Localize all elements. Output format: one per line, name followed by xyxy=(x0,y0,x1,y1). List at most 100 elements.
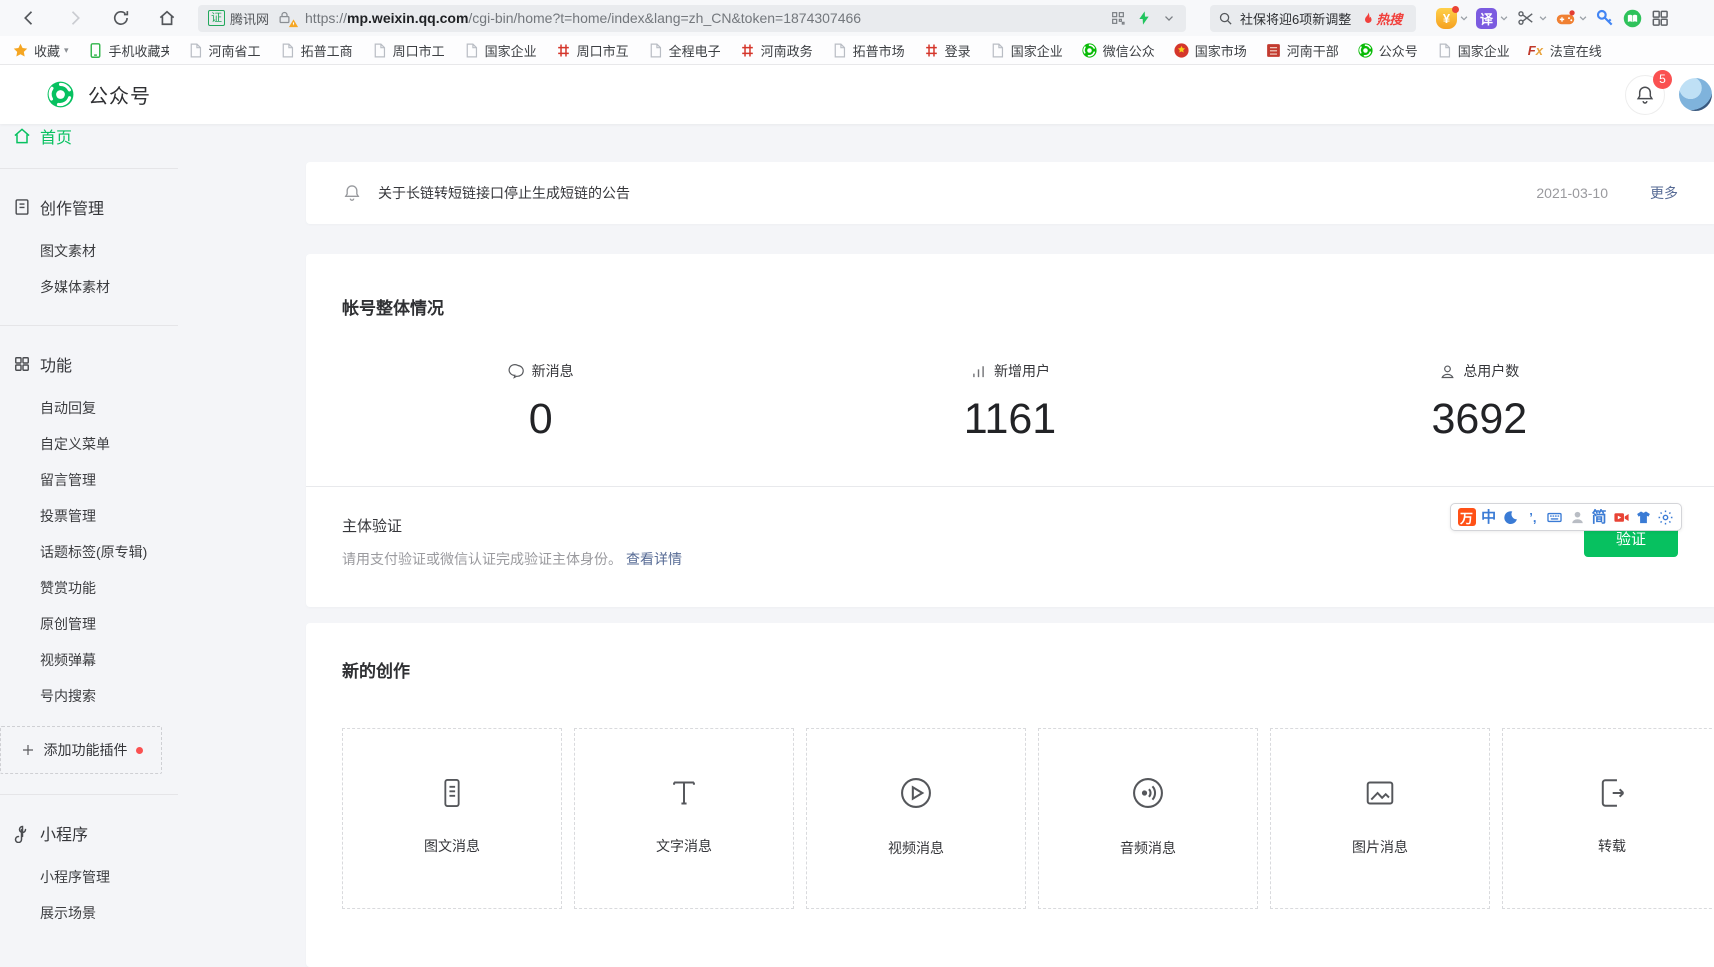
sidebar-item-赞赏功能[interactable]: 赞赏功能 xyxy=(0,570,178,606)
sidebar-item-自动回复[interactable]: 自动回复 xyxy=(0,390,178,426)
announcement-more-link[interactable]: 更多 xyxy=(1650,183,1678,203)
url-text[interactable]: https://mp.weixin.qq.com/cgi-bin/home?t=… xyxy=(305,10,1110,26)
add-plugin-button[interactable]: 添加功能插件 xyxy=(0,726,162,774)
bookmark-item[interactable]: Fx法宣在线 xyxy=(1528,41,1602,60)
night-mode-icon[interactable] xyxy=(1501,508,1520,527)
home-nav-icon[interactable] xyxy=(152,3,182,33)
ime-toolbar: 万中 ’, 简 xyxy=(1450,503,1682,531)
home-icon xyxy=(12,126,32,146)
announcement-date: 2021-03-10 xyxy=(1536,185,1608,201)
simplified-icon[interactable]: 简 xyxy=(1590,508,1609,527)
create-视频消息-button[interactable]: 视频消息 xyxy=(806,728,1026,909)
verify-detail-link[interactable]: 查看详情 xyxy=(626,551,682,567)
bookmark-label: 国家企业 xyxy=(1011,41,1063,60)
stat-总用户数[interactable]: 总用户数3692 xyxy=(1245,361,1714,444)
bookmark-item[interactable]: 河南省工 xyxy=(187,41,261,60)
bookmark-item[interactable]: 河南干部 xyxy=(1265,41,1339,60)
settings-icon[interactable] xyxy=(1656,508,1675,527)
sidebar-section-title[interactable]: 小程序 xyxy=(0,821,178,845)
bookmark-label: 河南政务 xyxy=(761,41,813,60)
bookmark-item[interactable]: 周口市互 xyxy=(555,41,629,60)
sidebar-section-title[interactable]: 功能 xyxy=(0,352,178,376)
create-转载-button[interactable]: 转载 xyxy=(1502,728,1714,909)
announcement-text[interactable]: 关于长链转短链接口停止生成短链的公告 xyxy=(378,183,1536,203)
create-文字消息-button[interactable]: 文字消息 xyxy=(574,728,794,909)
grid-icon xyxy=(12,354,32,374)
address-bar[interactable]: 证 腾讯网 https://mp.weixin.qq.com/cgi-bin/h… xyxy=(198,5,1186,32)
avatar[interactable] xyxy=(1679,78,1712,111)
reload-icon[interactable] xyxy=(106,3,136,33)
sidebar-item-home[interactable]: 首页 xyxy=(0,124,178,148)
bookmark-item[interactable]: 全程电子 xyxy=(647,41,721,60)
account-icon[interactable] xyxy=(1568,508,1587,527)
apps-grid-icon[interactable] xyxy=(1650,8,1670,28)
sidebar-item-展示场景[interactable]: 展示场景 xyxy=(0,895,178,931)
flash-icon[interactable] xyxy=(1136,10,1152,26)
back-icon[interactable] xyxy=(14,3,44,33)
sidebar-items: 小程序管理展示场景 xyxy=(0,859,178,931)
stat-新消息[interactable]: 新消息0 xyxy=(306,361,775,444)
bookmark-item[interactable]: 拓普市场 xyxy=(831,41,905,60)
qr-code-icon[interactable] xyxy=(1110,10,1126,26)
page-icon xyxy=(647,42,664,59)
gamepad-extension-icon[interactable] xyxy=(1555,8,1588,29)
bookmark-item[interactable]: 国家市场 xyxy=(1173,41,1247,60)
translate-extension-icon[interactable]: 译 xyxy=(1476,8,1509,29)
sidebar-item-话题标签(原专辑)[interactable]: 话题标签(原专辑) xyxy=(0,534,178,570)
punctuation-icon[interactable]: ’, xyxy=(1523,508,1542,527)
bookmark-item[interactable]: 周口市工 xyxy=(371,41,445,60)
sidebar-item-图文素材[interactable]: 图文素材 xyxy=(0,233,178,269)
bookmark-item[interactable]: 收藏▾ xyxy=(12,41,69,60)
bookmark-item[interactable]: 拓普工商 xyxy=(279,41,353,60)
sidebar-item-投票管理[interactable]: 投票管理 xyxy=(0,498,178,534)
lock-warning-icon[interactable] xyxy=(277,9,297,27)
soft-keyboard-icon[interactable] xyxy=(1545,508,1564,527)
stat-label-text: 总用户数 xyxy=(1463,361,1519,381)
bookmark-item[interactable]: 国家企业 xyxy=(1436,41,1510,60)
bookmark-item[interactable]: 国家企业 xyxy=(989,41,1063,60)
sidebar-item-小程序管理[interactable]: 小程序管理 xyxy=(0,859,178,895)
create-图文消息-button[interactable]: 图文消息 xyxy=(342,728,562,909)
bookmark-item[interactable]: 登录 xyxy=(923,41,971,60)
key-extension-icon xyxy=(1595,8,1615,28)
sidebar-item-留言管理[interactable]: 留言管理 xyxy=(0,462,178,498)
sidebar-item-原创管理[interactable]: 原创管理 xyxy=(0,606,178,642)
sidebar-item-自定义菜单[interactable]: 自定义菜单 xyxy=(0,426,178,462)
bookmark-item[interactable]: 国家企业 xyxy=(463,41,537,60)
notification-bell-icon[interactable]: 5 xyxy=(1625,75,1665,115)
bookmark-label: 国家市场 xyxy=(1195,41,1247,60)
key-extension-icon[interactable] xyxy=(1595,8,1615,28)
wallet-extension-icon[interactable]: ¥ xyxy=(1436,8,1469,29)
page-icon xyxy=(371,42,388,59)
mini-icon xyxy=(12,823,32,843)
page-icon xyxy=(989,42,1006,59)
main-content: 关于长链转短链接口停止生成短链的公告 2021-03-10 更多 帐号整体情况 … xyxy=(306,124,1714,967)
hot-search-badge[interactable]: 热搜 xyxy=(1361,9,1402,28)
chinese-mode-icon[interactable]: 中 xyxy=(1479,508,1498,527)
text-icon xyxy=(667,776,701,810)
browser-search-box[interactable]: 社保将迎6项新调整 热搜 xyxy=(1210,5,1416,32)
sidebar-section-label: 功能 xyxy=(40,352,72,376)
search-icon xyxy=(1218,11,1233,26)
bookmark-item[interactable]: 微信公众 xyxy=(1081,41,1155,60)
chevron-down-icon[interactable] xyxy=(1162,11,1176,25)
sidebar-item-多媒体素材[interactable]: 多媒体素材 xyxy=(0,269,178,305)
sidebar-item-视频弹幕[interactable]: 视频弹幕 xyxy=(0,642,178,678)
sidebar-section-title[interactable]: 创作管理 xyxy=(0,195,178,219)
bookmark-item[interactable]: 公众号 xyxy=(1357,41,1418,60)
forward-icon[interactable] xyxy=(60,3,90,33)
bookmark-item[interactable]: 河南政务 xyxy=(739,41,813,60)
bookmark-item[interactable]: 手机收藏夹 xyxy=(87,41,169,60)
sidebar-item-号内搜索[interactable]: 号内搜索 xyxy=(0,678,178,714)
divider xyxy=(0,325,178,326)
stat-新增用户[interactable]: 新增用户1161 xyxy=(775,361,1244,444)
create-音频消息-button[interactable]: 音频消息 xyxy=(1038,728,1258,909)
page-icon xyxy=(831,42,848,59)
reader-extension-icon[interactable] xyxy=(1622,8,1643,29)
skin-icon[interactable] xyxy=(1634,508,1653,527)
wallet-extension-icon: ¥ xyxy=(1436,8,1457,29)
create-图片消息-button[interactable]: 图片消息 xyxy=(1270,728,1490,909)
screen-capture-icon[interactable] xyxy=(1612,508,1631,527)
wanneng-logo-icon[interactable]: 万 xyxy=(1457,508,1476,527)
scissors-extension-icon[interactable] xyxy=(1516,8,1548,28)
